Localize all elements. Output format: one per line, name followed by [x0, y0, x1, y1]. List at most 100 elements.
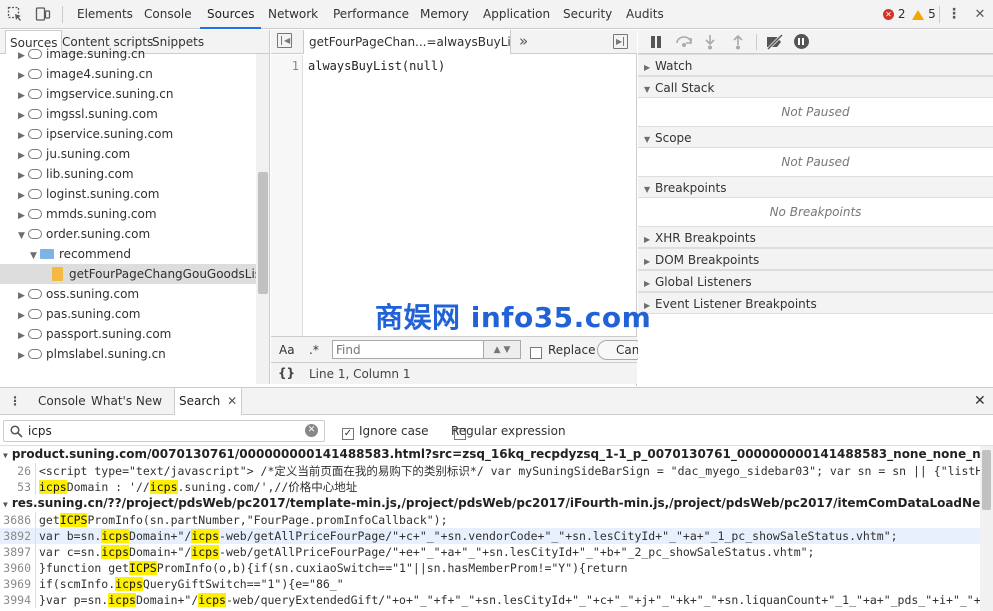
tab-memory[interactable]: Memory [413, 0, 476, 29]
toggle-debugger-icon[interactable]: ▶ [613, 34, 628, 49]
section-global-listeners[interactable]: ▶ Global Listeners [638, 270, 993, 292]
result-line[interactable]: 3969 if(scmInfo.icpsQueryGiftSwitch=="1")… [0, 576, 980, 592]
tab-console[interactable]: Console [137, 0, 199, 29]
result-file-header[interactable]: ▼ product.suning.com/0070130761/000000000… [0, 446, 980, 463]
close-devtools-icon[interactable]: ✕ [971, 5, 989, 23]
section-event-listener-breakpoints[interactable]: ▶ Event Listener Breakpoints [638, 292, 993, 314]
collapsed-arrow-icon[interactable]: ▶ [18, 286, 28, 304]
result-text: -web/getAllPriceFourPage/"+c+"_"+sn.vend… [219, 529, 898, 543]
section-call-stack[interactable]: ▼ Call Stack [638, 76, 993, 98]
clear-search-icon[interactable]: ✕ [305, 424, 318, 437]
result-line[interactable]: 3897 var c=sn.icpsDomain+"/icps-web/getAl… [0, 544, 980, 560]
tree-item-label: ipservice.suning.com [46, 127, 174, 141]
tree-item[interactable]: ▶ passport.suning.com [0, 324, 256, 344]
tab-security[interactable]: Security [556, 0, 619, 29]
code-line[interactable]: alwaysBuyList(null) [308, 59, 445, 73]
section-breakpoints[interactable]: ▼ Breakpoints [638, 176, 993, 198]
tree-item[interactable]: ▶ imgssl.suning.com [0, 104, 256, 124]
tab-performance[interactable]: Performance [326, 0, 416, 29]
tree-item[interactable]: ▶ ju.suning.com [0, 144, 256, 164]
tree-item[interactable]: ▶ oss.suning.com [0, 284, 256, 304]
result-line[interactable]: 3686 getICPSPromInfo(sn.partNumber,"FourP… [0, 512, 980, 528]
search-input[interactable] [28, 423, 298, 439]
tab-audits[interactable]: Audits [619, 0, 671, 29]
more-tabs-icon[interactable]: » [519, 32, 528, 50]
collapsed-arrow-icon[interactable]: ▶ [18, 346, 28, 364]
collapsed-arrow-icon[interactable]: ▶ [18, 146, 28, 164]
step-out-icon[interactable] [732, 34, 744, 53]
result-line[interactable]: 26 <script type="text/javascript"> /*定义当前… [0, 463, 980, 479]
results-scroll-thumb[interactable] [982, 450, 991, 510]
tree-item[interactable]: ▶ ipservice.suning.com [0, 124, 256, 144]
section-dom-breakpoints[interactable]: ▶ DOM Breakpoints [638, 248, 993, 270]
tree-item[interactable]: getFourPageChangGouGoodsList.c [0, 264, 256, 284]
result-file-header[interactable]: ▼ res.suning.cn/??/project/pdsWeb/pc2017/… [0, 495, 980, 512]
tree-item[interactable]: ▼ order.suning.com [0, 224, 256, 244]
customize-menu-icon[interactable]: ⋮ [945, 5, 963, 23]
find-prev-next-buttons[interactable]: ▲ ▼ [484, 340, 521, 359]
pretty-print-icon[interactable]: {} [278, 366, 295, 380]
search-box[interactable]: ✕ [3, 420, 325, 442]
collapsed-arrow-icon[interactable]: ▶ [18, 106, 28, 124]
tab-network[interactable]: Network [261, 0, 325, 29]
step-into-icon[interactable] [704, 34, 716, 53]
close-search-tab-icon[interactable]: ✕ [227, 394, 237, 408]
expanded-arrow-icon[interactable]: ▼ [30, 246, 40, 264]
drawer-tab-whats-new[interactable]: What's New [85, 388, 168, 415]
navigator-scroll-thumb[interactable] [258, 172, 268, 294]
tab-elements[interactable]: Elements [70, 0, 140, 29]
tree-item[interactable]: ▶ mmds.suning.com [0, 204, 256, 224]
collapsed-arrow-icon[interactable]: ▶ [18, 306, 28, 324]
replace-checkbox[interactable] [530, 346, 542, 359]
drawer-menu-icon[interactable]: ⋮ [9, 394, 21, 408]
section-watch[interactable]: ▶ Watch [638, 54, 993, 76]
result-line[interactable]: 3994}var p=sn.icpsDomain+"/icps-web/quer… [0, 592, 980, 608]
result-line[interactable]: 3892 var b=sn.icpsDomain+"/icps-web/getAl… [0, 528, 980, 544]
regular-expression-label: Regular expression [451, 424, 566, 438]
tab-sources[interactable]: Sources [200, 0, 262, 29]
editor-file-tab[interactable]: getFourPageChan...=alwaysBuyList ✕ [303, 30, 511, 54]
expanded-arrow-icon[interactable]: ▼ [3, 500, 8, 509]
match-case-toggle[interactable]: Aa [279, 343, 295, 357]
regex-toggle[interactable]: .* [309, 343, 319, 357]
collapsed-arrow-icon[interactable]: ▶ [18, 166, 28, 184]
toggle-navigator-icon[interactable]: ◀ [277, 33, 292, 48]
collapsed-arrow-icon[interactable]: ▶ [18, 126, 28, 144]
section-scope[interactable]: ▼ Scope [638, 126, 993, 148]
expanded-arrow-icon[interactable]: ▼ [3, 451, 8, 460]
tree-item[interactable]: ▼ recommend [0, 244, 256, 264]
drawer-tab-search[interactable]: Search ✕ [174, 388, 243, 415]
tree-item[interactable]: ▶ plmslabel.suning.cn [0, 344, 256, 364]
result-text: PromInfo(o,b){if(sn.cuxiaoSwitch=="1"||s… [156, 561, 628, 575]
collapsed-arrow-icon[interactable]: ▶ [18, 66, 28, 84]
close-drawer-icon[interactable]: ✕ [974, 393, 986, 409]
collapsed-arrow-icon[interactable]: ▶ [18, 186, 28, 204]
tree-item[interactable]: ▶ pas.suning.com [0, 304, 256, 324]
inspect-element-icon[interactable] [6, 5, 24, 23]
section-xhr-breakpoints[interactable]: ▶ XHR Breakpoints [638, 226, 993, 248]
device-toolbar-icon[interactable] [34, 5, 52, 23]
find-input[interactable] [332, 340, 484, 359]
collapsed-arrow-icon[interactable]: ▶ [18, 86, 28, 104]
ignore-case-checkbox[interactable]: ✓ [342, 427, 354, 440]
tree-item[interactable]: ▶ lib.suning.com [0, 164, 256, 184]
collapsed-arrow-icon[interactable]: ▶ [18, 326, 28, 344]
result-line[interactable]: 53 icpsDomain : '//icps.suning.com/',//价格… [0, 479, 980, 495]
pause-on-exceptions-icon[interactable] [794, 34, 809, 49]
drawer-tab-console[interactable]: Console [32, 388, 92, 415]
tree-item[interactable]: ▶ image4.suning.cn [0, 64, 256, 84]
find-previous-icon[interactable]: ▲ [494, 345, 501, 355]
collapsed-arrow-icon[interactable]: ▶ [18, 46, 28, 64]
tree-item[interactable]: ▶ loginst.suning.com [0, 184, 256, 204]
tree-item[interactable]: ▶ imgservice.suning.cn [0, 84, 256, 104]
collapsed-arrow-icon[interactable]: ▶ [18, 206, 28, 224]
error-warning-counter[interactable]: ✕ 2 5 [883, 7, 936, 21]
result-line[interactable]: 3960}function getICPSPromInfo(o,b){if(sn… [0, 560, 980, 576]
step-over-icon[interactable] [675, 34, 693, 51]
deactivate-breakpoints-icon[interactable] [765, 33, 785, 53]
expanded-arrow-icon[interactable]: ▼ [18, 226, 28, 244]
find-next-icon[interactable]: ▼ [503, 345, 510, 355]
tree-item[interactable]: ▶ image.suning.cn [0, 44, 256, 64]
pause-icon[interactable] [651, 36, 655, 48]
tab-application[interactable]: Application [476, 0, 557, 29]
